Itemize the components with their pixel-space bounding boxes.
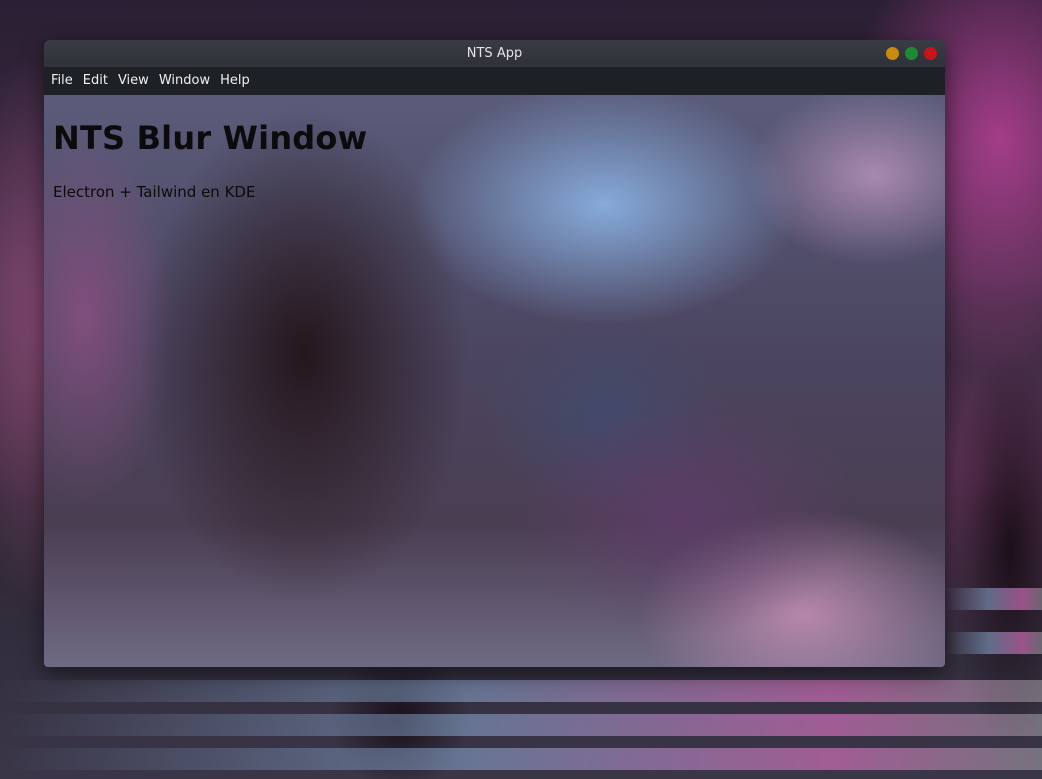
menu-bar: File Edit View Window Help [44,67,945,95]
window-controls [886,47,937,60]
wallpaper-stripe [0,714,1042,736]
menu-view[interactable]: View [113,67,154,95]
blurred-content-area: NTS Blur Window Electron + Tailwind en K… [44,95,945,667]
wallpaper-stripe [0,748,1042,770]
close-button[interactable] [924,47,937,60]
window-title: NTS App [466,46,523,61]
menu-file[interactable]: File [46,67,78,95]
page-title: NTS Blur Window [53,119,368,157]
wallpaper-stripe [945,632,1042,654]
maximize-button[interactable] [905,47,918,60]
menu-help[interactable]: Help [215,67,255,95]
app-window: NTS App File Edit View Window Help NTS B… [44,40,945,667]
menu-window[interactable]: Window [154,67,215,95]
window-titlebar[interactable]: NTS App [44,40,945,67]
wallpaper-stripe [0,680,1042,702]
page-subtitle: Electron + Tailwind en KDE [53,183,256,201]
menu-edit[interactable]: Edit [78,67,113,95]
wallpaper-stripe [945,588,1042,610]
minimize-button[interactable] [886,47,899,60]
